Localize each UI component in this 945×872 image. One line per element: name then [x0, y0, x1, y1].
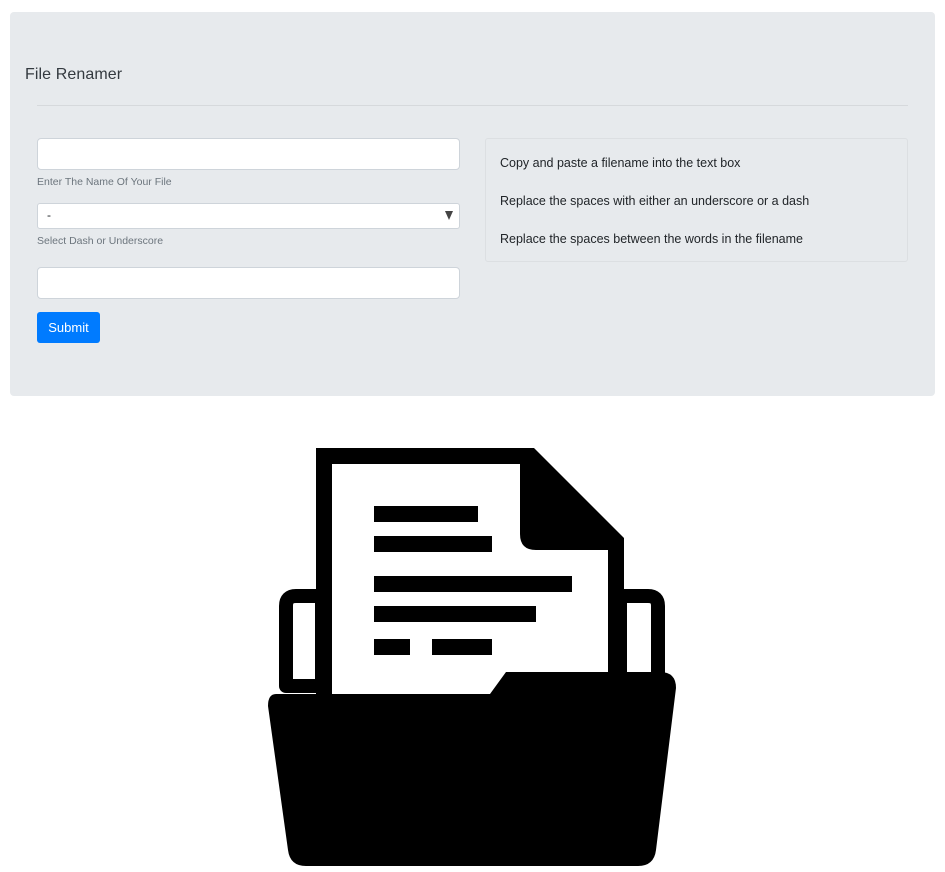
instruction-item: Replace the spaces with either an unders…	[500, 194, 810, 208]
result-input[interactable]	[37, 267, 460, 299]
separator-select[interactable]: -	[37, 203, 460, 229]
folder-with-document-icon	[268, 448, 676, 866]
title-divider	[37, 105, 908, 106]
submit-button[interactable]: Submit	[37, 312, 100, 343]
instruction-item: Copy and paste a filename into the text …	[500, 156, 741, 170]
page-title: File Renamer	[25, 66, 123, 83]
filename-input[interactable]	[37, 138, 460, 170]
separator-select-value: -	[47, 208, 51, 222]
instructions-card: Copy and paste a filename into the text …	[485, 138, 908, 262]
caret-down-icon	[445, 211, 453, 220]
instruction-item: Replace the spaces between the words in …	[500, 232, 803, 246]
separator-help-text: Select Dash or Underscore	[37, 235, 164, 247]
renamer-panel: File Renamer Enter The Name Of Your File…	[10, 12, 935, 396]
filename-help-text: Enter The Name Of Your File	[37, 176, 172, 188]
